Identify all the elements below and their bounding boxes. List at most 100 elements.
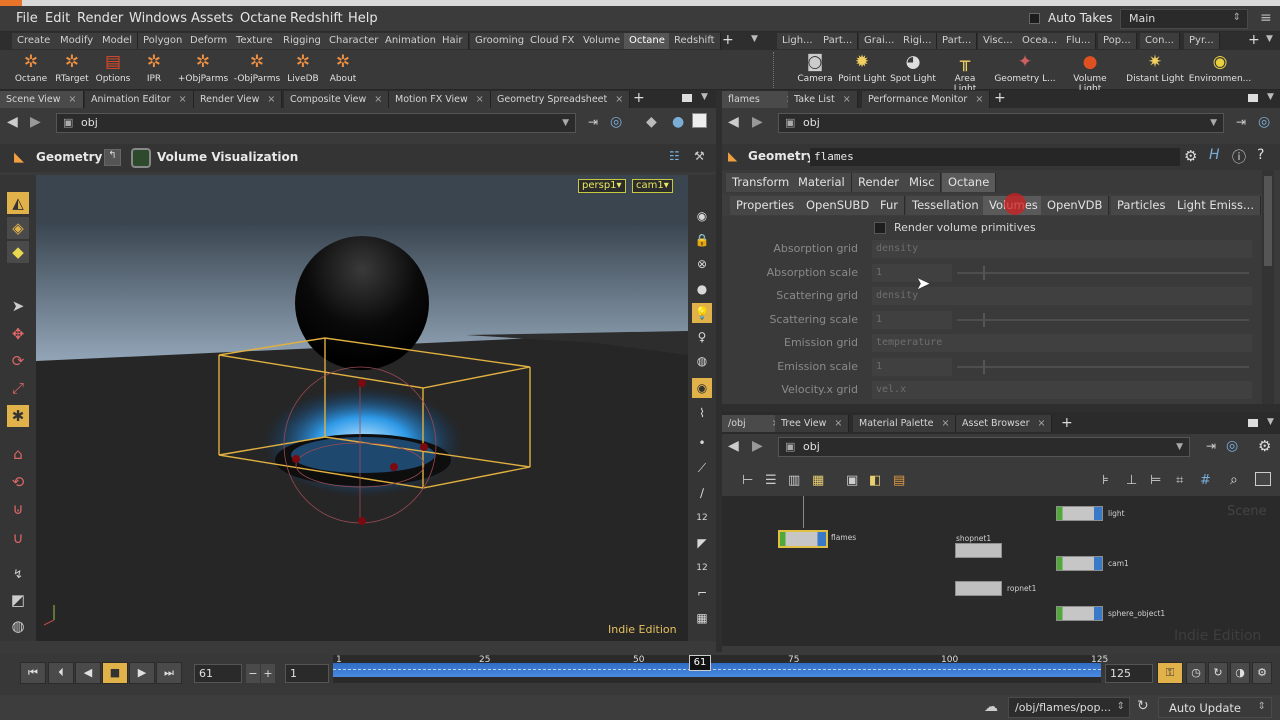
context-node-label[interactable]: Volume Visualization [157,150,298,164]
ipr-tool[interactable]: ✲ IPR [140,51,168,84]
octane-tool[interactable]: ✲ Octane [14,51,48,84]
tab-asset-browser[interactable]: Asset Browser × [956,415,1053,432]
view-tool-icon[interactable]: ↯ [7,563,29,585]
list-icon[interactable]: ☰ [765,473,777,488]
tab-render-view[interactable]: Render View × [194,91,283,108]
network-box-icon[interactable]: ▣ [846,473,858,488]
move-tool-icon[interactable]: ✥ [7,323,29,345]
network-editor[interactable]: Scene Indie Edition flames shopnet1 ropn… [722,496,1280,646]
shelf-tab-particles[interactable]: Part... [818,33,859,49]
shelf-tab-create[interactable]: Create [12,33,57,49]
tree-icon[interactable]: ⊢ [742,473,753,488]
flipbook-icon[interactable]: ◍ [7,615,29,637]
shelf-tab-cloud-fx[interactable]: Cloud FX [525,33,581,49]
primitives-mode-icon[interactable]: ◆ [7,241,29,263]
dot-icon[interactable]: • [692,433,712,453]
shading-icon[interactable]: ● [692,279,712,299]
gear-icon[interactable]: ⚙ [1258,437,1271,455]
node-sphere-object1[interactable] [1056,606,1103,621]
close-icon[interactable]: × [942,418,950,429]
play-reverse-button[interactable]: ◀ [75,662,101,684]
close-icon[interactable]: × [615,94,623,105]
add-tab-icon[interactable]: + [1061,415,1073,431]
snapshot-icon[interactable] [692,113,707,128]
light-bulb-icon[interactable]: ♀ [692,327,712,347]
tab-fur[interactable]: Fur [874,196,906,215]
tab-light-emission[interactable]: Light Emiss... [1171,196,1261,215]
shelf-tab-texture[interactable]: Texture [231,33,279,49]
node-ropnet1[interactable] [955,581,1002,596]
slider-knob[interactable] [983,313,985,327]
tab-openvdb[interactable]: OpenVDB [1041,196,1110,215]
display-options-bar-icon[interactable]: ☷ [669,149,680,163]
key-icon[interactable]: ⚿ [1157,662,1183,684]
step-back-button[interactable]: ⏴ [48,662,74,684]
volume-light-tool[interactable]: ● Volume Light [1062,51,1118,94]
rotate-tool-icon[interactable]: ⟳ [7,350,29,372]
scene-path-field[interactable]: obj ▣ ▼ [56,113,576,133]
shelf-tab-animation[interactable]: Animation [380,33,442,49]
rtarget-tool[interactable]: ✲ RTarget [53,51,91,84]
realtime-icon[interactable]: ◷ [1186,662,1206,684]
slider-knob[interactable] [983,360,985,374]
emission-scale-slider[interactable] [957,360,1249,374]
absorption-scale-field[interactable]: 1 [872,264,952,282]
pane-menu-icon[interactable]: ▼ [1267,92,1274,102]
shelf-tab-grains[interactable]: Grai... [859,33,901,49]
screenshot-icon[interactable] [1255,472,1271,486]
prim-numbers-icon[interactable]: 12 [692,558,712,578]
prim-normals-icon[interactable]: ◤ [692,533,712,553]
sticky-note-icon[interactable]: ◧ [869,473,881,488]
menu-help[interactable]: Help [348,11,378,26]
render-flag-icon[interactable]: ● [672,114,684,130]
add-shelf-right-icon[interactable]: + [1248,32,1260,48]
shelf-tab-pyro[interactable]: Pyr... [1184,33,1220,49]
tab-composite-view[interactable]: Composite View × [284,91,390,108]
scale-tool-icon[interactable]: ⤢ [7,377,29,399]
edge-icon[interactable]: ∕ [692,483,712,503]
tab-performance-monitor[interactable]: Performance Monitor × [862,91,991,108]
tab-scene-view[interactable]: Scene View × [0,91,84,108]
emission-scale-field[interactable]: 1 [872,358,952,376]
select-mode-icon[interactable]: ◭ [7,192,29,214]
help-icon[interactable]: ? [1257,147,1264,163]
shelf-tab-character[interactable]: Character [324,33,385,49]
distribute-icon[interactable]: ⊥ [1126,473,1137,488]
tab-opensubd[interactable]: OpenSUBD [800,196,877,215]
environment-light-tool[interactable]: ◉ Environmen... [1188,51,1252,84]
jump-to-parent-icon[interactable]: ↰ [104,149,121,166]
menu-render[interactable]: Render [77,11,123,26]
tab-motion-fx-view[interactable]: Motion FX View × [389,91,491,108]
auto-takes-checkbox[interactable] [1029,13,1040,24]
forward-arrow-icon[interactable]: ▶ [30,114,41,130]
eye-icon[interactable]: ◉ [692,206,712,226]
tab-properties[interactable]: Properties [730,196,802,215]
render-region-icon[interactable]: ◩ [7,589,29,611]
pane-menu-icon[interactable]: ▼ [1267,417,1274,427]
camera-tool[interactable]: ◙ Camera [796,51,834,84]
select-tool-icon[interactable]: ➤ [7,295,29,317]
shelf-tab-rigid[interactable]: Rigi... [898,33,938,49]
jump-to-end-button[interactable]: ⏭ [156,662,182,684]
network-path-field[interactable]: obj ▣ ▼ [778,437,1190,457]
lock-icon[interactable]: 🔒 [692,230,712,250]
current-frame-field[interactable]: 61 [194,664,242,683]
forward-arrow-icon[interactable]: ▶ [752,114,763,130]
play-button[interactable]: ▶ [129,662,155,684]
absorption-grid-field[interactable]: density [872,240,1252,258]
normals-icon[interactable]: ⟋ [692,458,712,478]
tab-material[interactable]: Material [792,173,852,192]
menu-more-icon[interactable]: ≡ [1260,10,1272,26]
menu-windows[interactable]: Windows [129,11,187,26]
shelf-tab-viscous[interactable]: Visc... [978,33,1019,49]
tab-tessellation[interactable]: Tessellation [906,196,986,215]
info-icon[interactable]: ⓘ [1232,147,1246,167]
points-mode-icon[interactable]: ◈ [7,217,29,239]
jump-to-start-button[interactable]: ⏮ [20,662,46,684]
layout-tools-icon[interactable]: ⊨ [1150,473,1161,488]
scattering-scale-slider[interactable] [957,313,1249,327]
decrement-frame-button[interactable]: − [246,664,260,683]
cloud-icon[interactable]: ☁ [984,699,998,715]
tab-octane[interactable]: Octane [942,173,997,192]
tab-render[interactable]: Render [852,173,906,192]
